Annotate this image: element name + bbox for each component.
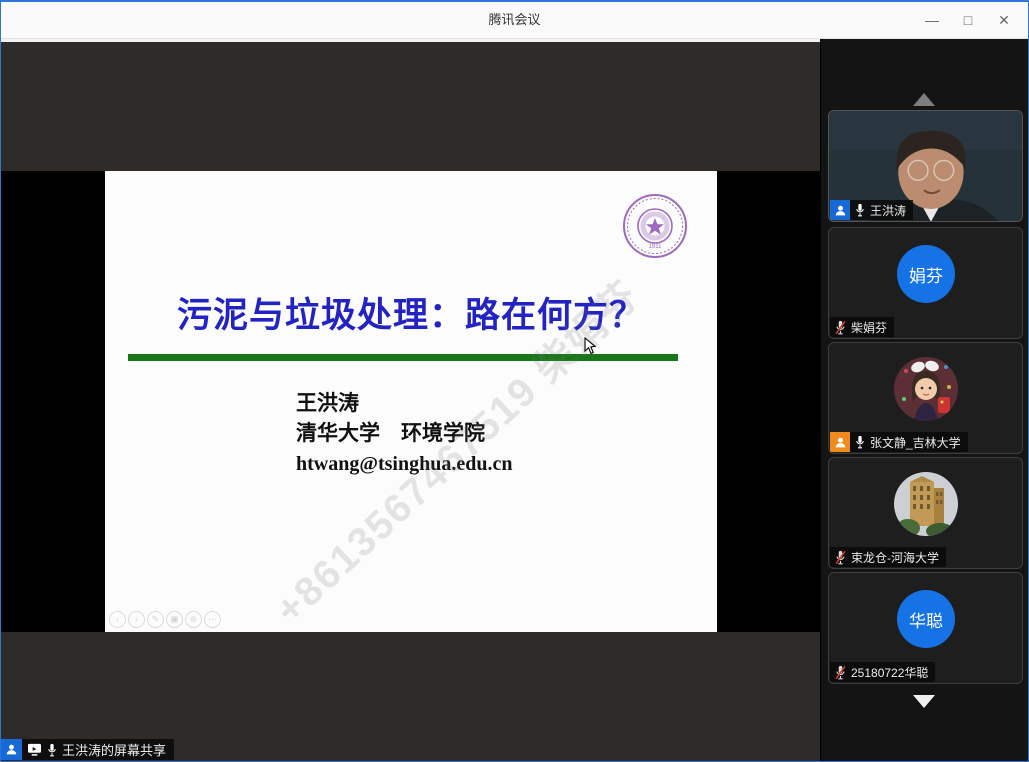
- slide-title: 污泥与垃圾处理：路在何方？: [105, 287, 717, 338]
- highlighter-button[interactable]: ▣: [166, 611, 183, 628]
- avatar-photo-building: [894, 472, 958, 536]
- participant-tile-shulongcang[interactable]: 束龙仓-河海大学: [828, 457, 1023, 569]
- participant-name-tag: 柴娟芬: [830, 317, 894, 337]
- seal-year: 1911: [649, 244, 663, 250]
- prev-slide-button[interactable]: ‹: [109, 611, 126, 628]
- presentation-slide: 1911 污泥与垃圾处理：路在何方？ 王洪涛 清华大学 环境学院 htwang@…: [105, 171, 717, 632]
- close-button[interactable]: ✕: [990, 7, 1018, 33]
- next-slide-button[interactable]: ›: [128, 611, 145, 628]
- participant-name-tag: 束龙仓-河海大学: [830, 547, 946, 567]
- tsinghua-seal-icon: 1911: [622, 193, 688, 259]
- person-badge-icon: [830, 432, 850, 452]
- participant-tile-zhangwenjing[interactable]: 张文静_吉林大学: [828, 342, 1023, 454]
- magnifier-button[interactable]: ⊕: [185, 611, 202, 628]
- titlebar: 腾讯会议 — □ ✕: [1, 2, 1028, 39]
- presenter-block: 王洪涛 清华大学 环境学院 htwang@tsinghua.edu.cn: [296, 389, 512, 479]
- minimize-button[interactable]: —: [918, 7, 946, 33]
- avatar-initials: 娟芬: [897, 245, 955, 303]
- presenter-affiliation: 清华大学 环境学院: [296, 419, 512, 449]
- screen-share-area: 1911 污泥与垃圾处理：路在何方？ 王洪涛 清华大学 环境学院 htwang@…: [1, 39, 820, 762]
- mic-on-icon: [855, 435, 865, 449]
- participant-name-tag: 王洪涛: [830, 200, 913, 220]
- participant-tile-chaijuanfen[interactable]: 娟芬 柴娟芬: [828, 227, 1023, 339]
- participant-name-tag: 25180722华聪: [830, 662, 935, 682]
- mic-muted-icon: [835, 550, 846, 565]
- share-status-label: 王洪涛的屏幕共享: [1, 739, 174, 760]
- scroll-down-icon[interactable]: [913, 695, 935, 708]
- mic-on-icon: [855, 203, 865, 217]
- participant-name: 张文静_吉林大学: [870, 434, 961, 451]
- mic-on-icon: [47, 743, 57, 757]
- participant-name: 柴娟芬: [851, 319, 887, 336]
- shared-window-edge: [1, 39, 820, 42]
- maximize-button[interactable]: □: [954, 7, 982, 33]
- participants-sidebar: 王洪涛 娟芬 柴娟芬: [820, 39, 1029, 762]
- mouse-cursor: [583, 337, 596, 356]
- person-badge-icon: [830, 200, 850, 220]
- participant-name: 束龙仓-河海大学: [851, 549, 939, 566]
- participant-name: 25180722华聪: [851, 664, 928, 681]
- avatar-initials: 华聪: [897, 590, 955, 648]
- pen-tool-button[interactable]: ✎: [147, 611, 164, 628]
- avatar-photo-cartoon: [894, 357, 958, 421]
- host-person-icon: [1, 739, 22, 760]
- mic-muted-icon: [835, 320, 846, 335]
- more-options-button[interactable]: ⋯: [204, 611, 221, 628]
- presenter-name: 王洪涛: [296, 389, 512, 419]
- participant-tile-huacong[interactable]: 华聪 25180722华聪: [828, 572, 1023, 684]
- presenter-email: htwang@tsinghua.edu.cn: [296, 449, 512, 479]
- participant-name: 王洪涛: [870, 202, 906, 219]
- scroll-up-icon[interactable]: [913, 93, 935, 106]
- screen-share-icon: [27, 743, 42, 756]
- participant-name-tag: 张文静_吉林大学: [830, 432, 968, 452]
- window-controls: — □ ✕: [918, 2, 1018, 38]
- mic-muted-icon: [835, 665, 846, 680]
- share-label-text: 王洪涛的屏幕共享: [62, 740, 166, 759]
- app-window: 腾讯会议 — □ ✕ 1911 污泥与垃圾处理：路在何方？ 王洪涛: [0, 0, 1029, 762]
- participant-tile-wanghongtao[interactable]: 王洪涛: [828, 110, 1023, 222]
- slideshow-toolbar: ‹ › ✎ ▣ ⊕ ⋯: [109, 611, 221, 628]
- window-title: 腾讯会议: [1, 2, 1028, 38]
